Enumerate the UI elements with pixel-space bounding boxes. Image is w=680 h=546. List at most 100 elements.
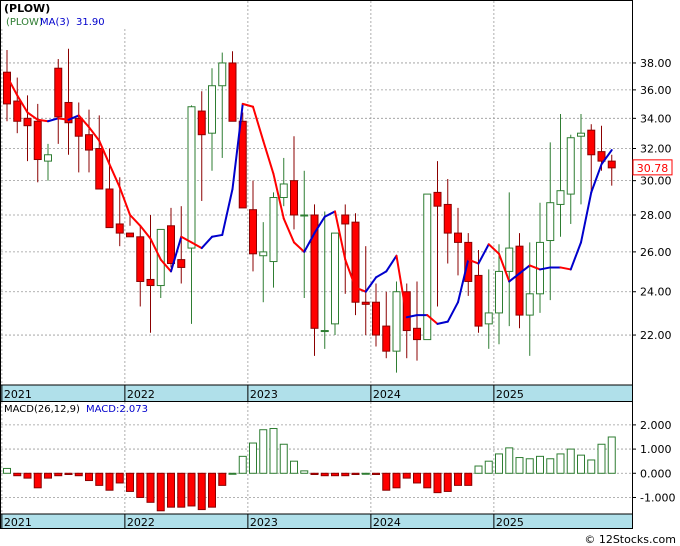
candle-body	[392, 291, 401, 352]
candle-body	[300, 214, 309, 217]
candle-body	[167, 225, 175, 265]
candle-body	[136, 236, 145, 282]
candle-body	[249, 209, 257, 255]
macd-bar	[546, 458, 555, 474]
macd-title: MACD(26,12,9)	[4, 404, 80, 415]
price-y-tick-label: 24.00	[640, 286, 672, 299]
ticker-title: (PLOW)	[4, 2, 50, 15]
macd-bar	[105, 472, 114, 491]
candle-body	[331, 232, 339, 325]
macd-bar	[146, 472, 155, 503]
macd-bar	[607, 436, 616, 474]
candle-body	[105, 188, 114, 229]
candle-body	[197, 110, 206, 136]
macd-value: MACD:2.073	[86, 404, 148, 415]
macd-bar	[33, 472, 42, 489]
candle-body	[454, 232, 462, 243]
price-y-tick-label: 34.00	[640, 112, 672, 125]
price-y-tick-labels: 22.00 24.00 26.00 28.00 30.00 32.00 34.00 36.00…	[632, 57, 672, 342]
macd-bar	[228, 472, 237, 475]
candle-body	[259, 251, 268, 257]
macd-bar	[556, 453, 565, 474]
macd-x-tick-label: 2025	[496, 516, 524, 529]
macd-bar	[85, 472, 93, 482]
candle	[515, 233, 524, 329]
macd-bar	[167, 472, 175, 508]
macd-y-tick-label: -1.000	[640, 491, 675, 504]
macd-bar	[495, 453, 503, 474]
macd-bar	[54, 472, 63, 477]
price-y-tick-label: 22.00	[640, 329, 672, 342]
price-x-tick-label: 2025	[496, 388, 524, 401]
price-y-tick-label: 26.00	[640, 246, 672, 259]
macd-bar	[64, 472, 73, 475]
macd-bar	[443, 472, 452, 492]
candle-body	[341, 214, 350, 225]
macd-bar	[136, 472, 145, 498]
candle-body	[115, 223, 124, 234]
candle-body	[607, 160, 616, 169]
macd-bar	[566, 448, 575, 474]
candle-body	[74, 117, 83, 137]
candle-body	[577, 132, 585, 137]
macd-x-tick-label: 2022	[127, 516, 155, 529]
candle-body	[351, 221, 360, 303]
macd-bar	[259, 429, 268, 474]
macd-bar	[13, 472, 22, 477]
macd-bar	[44, 472, 52, 479]
candle	[331, 232, 339, 336]
ma-legend-label: MA(3)	[40, 17, 70, 28]
price-y-tick-label: 36.00	[640, 84, 672, 97]
candle-body	[238, 120, 247, 209]
ma-legend-value: 31.90	[76, 17, 105, 28]
candle-body	[44, 154, 52, 162]
macd-bar	[156, 472, 165, 512]
macd-x-tick-label: 2023	[250, 516, 278, 529]
price-x-tick-label: 2023	[250, 388, 278, 401]
macd-bar	[402, 472, 411, 479]
macd-y-tick-label: 2.000	[640, 419, 672, 432]
macd-bar	[536, 455, 544, 474]
candle-body	[269, 197, 278, 263]
price-x-tick-label: 2021	[4, 388, 32, 401]
last-price-label: 30.78	[637, 162, 669, 175]
macd-x-tick-label: 2021	[4, 516, 32, 529]
price-x-tick-label: 2024	[373, 388, 401, 401]
macd-bar	[505, 447, 514, 474]
macd-bar	[392, 472, 401, 489]
candle-body	[433, 191, 442, 207]
candle-body	[361, 301, 370, 305]
macd-bar	[587, 459, 596, 474]
candle-body	[413, 327, 421, 341]
price-x-axis-band	[1, 385, 632, 401]
candle-body	[505, 247, 514, 272]
ticker-legend: (PLOW)	[6, 17, 43, 28]
macd-bar	[290, 460, 298, 474]
macd-bar	[433, 472, 442, 494]
candle	[351, 213, 360, 316]
macd-bar	[413, 472, 421, 484]
macd-bar	[454, 472, 462, 486]
macd-bar	[525, 458, 534, 474]
candle-body	[208, 85, 216, 134]
price-y-tick-label: 38.00	[640, 57, 672, 70]
candle-body	[95, 148, 104, 190]
candle-body	[587, 129, 596, 156]
macd-bar	[372, 472, 380, 475]
price-y-tick-label: 32.00	[640, 143, 672, 156]
macd-bar	[218, 472, 227, 486]
candle-body	[320, 330, 329, 333]
candle-body	[54, 67, 63, 118]
candle-body	[23, 117, 32, 127]
watermark: © 12Stocks.com	[584, 533, 676, 546]
macd-bar	[3, 467, 11, 474]
macd-bar	[351, 472, 360, 475]
candle-body	[556, 190, 565, 205]
candle-body	[382, 325, 391, 352]
macd-bar	[23, 472, 32, 479]
macd-bar	[382, 472, 391, 491]
macd-bar	[197, 472, 206, 511]
candle-body	[290, 180, 298, 216]
stock-chart-figure: 2021 2022 2023 2024 2025 22.00 24.00 26.00 28.0…	[0, 0, 676, 546]
price-panel	[0, 0, 633, 402]
